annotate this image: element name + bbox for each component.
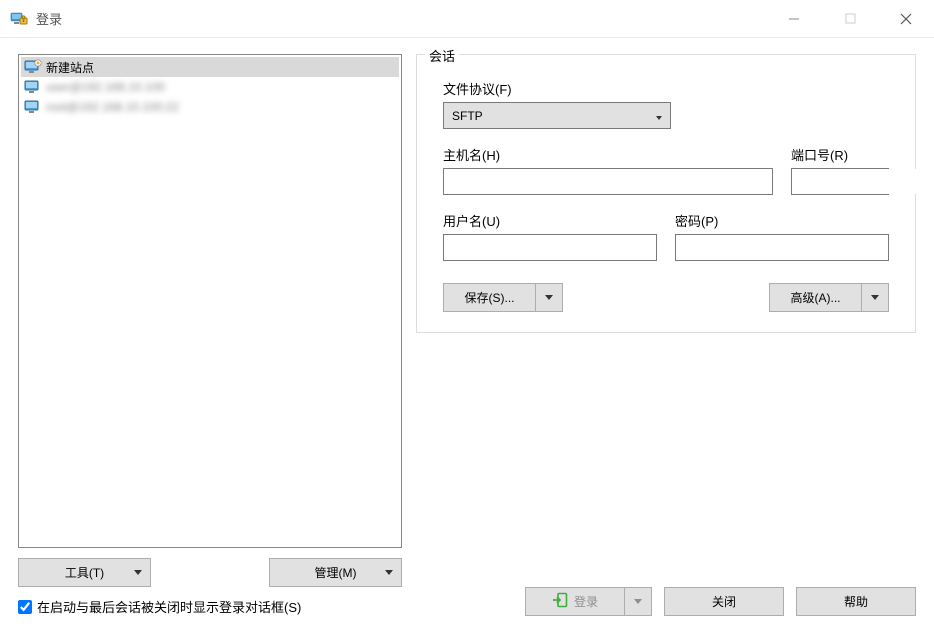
close-button-label: 关闭: [712, 593, 736, 610]
chevron-down-icon: [134, 559, 142, 586]
password-label: 密码(P): [675, 211, 889, 230]
port-spinner[interactable]: ▲ ▼: [791, 168, 889, 195]
username-label: 用户名(U): [443, 211, 657, 230]
chevron-down-icon: [871, 295, 879, 300]
login-button-dropdown[interactable]: [625, 587, 652, 616]
save-button[interactable]: 保存(S)...: [443, 283, 563, 312]
chevron-down-icon: [545, 295, 553, 300]
titlebar: 登录: [0, 0, 934, 38]
chevron-down-icon: [385, 559, 393, 586]
advanced-button[interactable]: 高级(A)...: [769, 283, 889, 312]
startup-checkbox-label: 在启动与最后会话被关闭时显示登录对话框(S): [37, 597, 301, 616]
protocol-label: 文件协议(F): [443, 79, 889, 98]
session-group: 会话 文件协议(F) SFTP 主机名(H) 端口号(R): [416, 54, 916, 333]
site-item[interactable]: user@192.168.10.100: [21, 77, 399, 97]
save-button-dropdown[interactable]: [536, 283, 563, 312]
window-title: 登录: [36, 9, 62, 28]
protocol-select[interactable]: SFTP: [443, 102, 671, 129]
port-input[interactable]: [792, 169, 934, 194]
computer-icon: [24, 99, 42, 115]
tools-button[interactable]: 工具(T): [18, 558, 151, 587]
port-label: 端口号(R): [791, 145, 889, 164]
tools-button-label: 工具(T): [19, 564, 150, 581]
maximize-button[interactable]: [822, 0, 878, 38]
password-input[interactable]: [675, 234, 889, 261]
site-item-new[interactable]: 新建站点: [21, 57, 399, 77]
site-item[interactable]: root@192.168.10.100:22: [21, 97, 399, 117]
manage-button[interactable]: 管理(M): [269, 558, 402, 587]
save-button-label: 保存(S)...: [465, 289, 515, 306]
help-button[interactable]: 帮助: [796, 587, 916, 616]
manage-button-label: 管理(M): [270, 564, 401, 581]
protocol-value: SFTP: [452, 109, 483, 123]
login-button[interactable]: 登录: [525, 587, 652, 616]
close-button[interactable]: [878, 0, 934, 38]
host-input[interactable]: [443, 168, 773, 195]
app-icon: [10, 10, 28, 28]
site-item-label: user@192.168.10.100: [46, 80, 165, 94]
computer-icon: [24, 79, 42, 95]
site-item-label: 新建站点: [46, 59, 94, 76]
minimize-button[interactable]: [766, 0, 822, 38]
help-button-label: 帮助: [844, 593, 868, 610]
username-input[interactable]: [443, 234, 657, 261]
login-button-label: 登录: [574, 593, 598, 610]
startup-checkbox[interactable]: [18, 600, 32, 614]
close-button-bottom[interactable]: 关闭: [664, 587, 784, 616]
advanced-button-label: 高级(A)...: [791, 289, 841, 306]
login-icon: [552, 592, 568, 611]
site-list[interactable]: 新建站点 user@192.168.10.100: [18, 54, 402, 548]
startup-checkbox-row[interactable]: 在启动与最后会话被关闭时显示登录对话框(S): [18, 597, 402, 616]
chevron-down-icon: [634, 599, 642, 604]
host-label: 主机名(H): [443, 145, 773, 164]
chevron-down-icon: [656, 109, 662, 123]
session-legend: 会话: [425, 46, 459, 65]
advanced-button-dropdown[interactable]: [862, 283, 889, 312]
site-item-label: root@192.168.10.100:22: [46, 100, 179, 114]
window-controls: [766, 0, 934, 38]
new-site-icon: [24, 59, 42, 75]
